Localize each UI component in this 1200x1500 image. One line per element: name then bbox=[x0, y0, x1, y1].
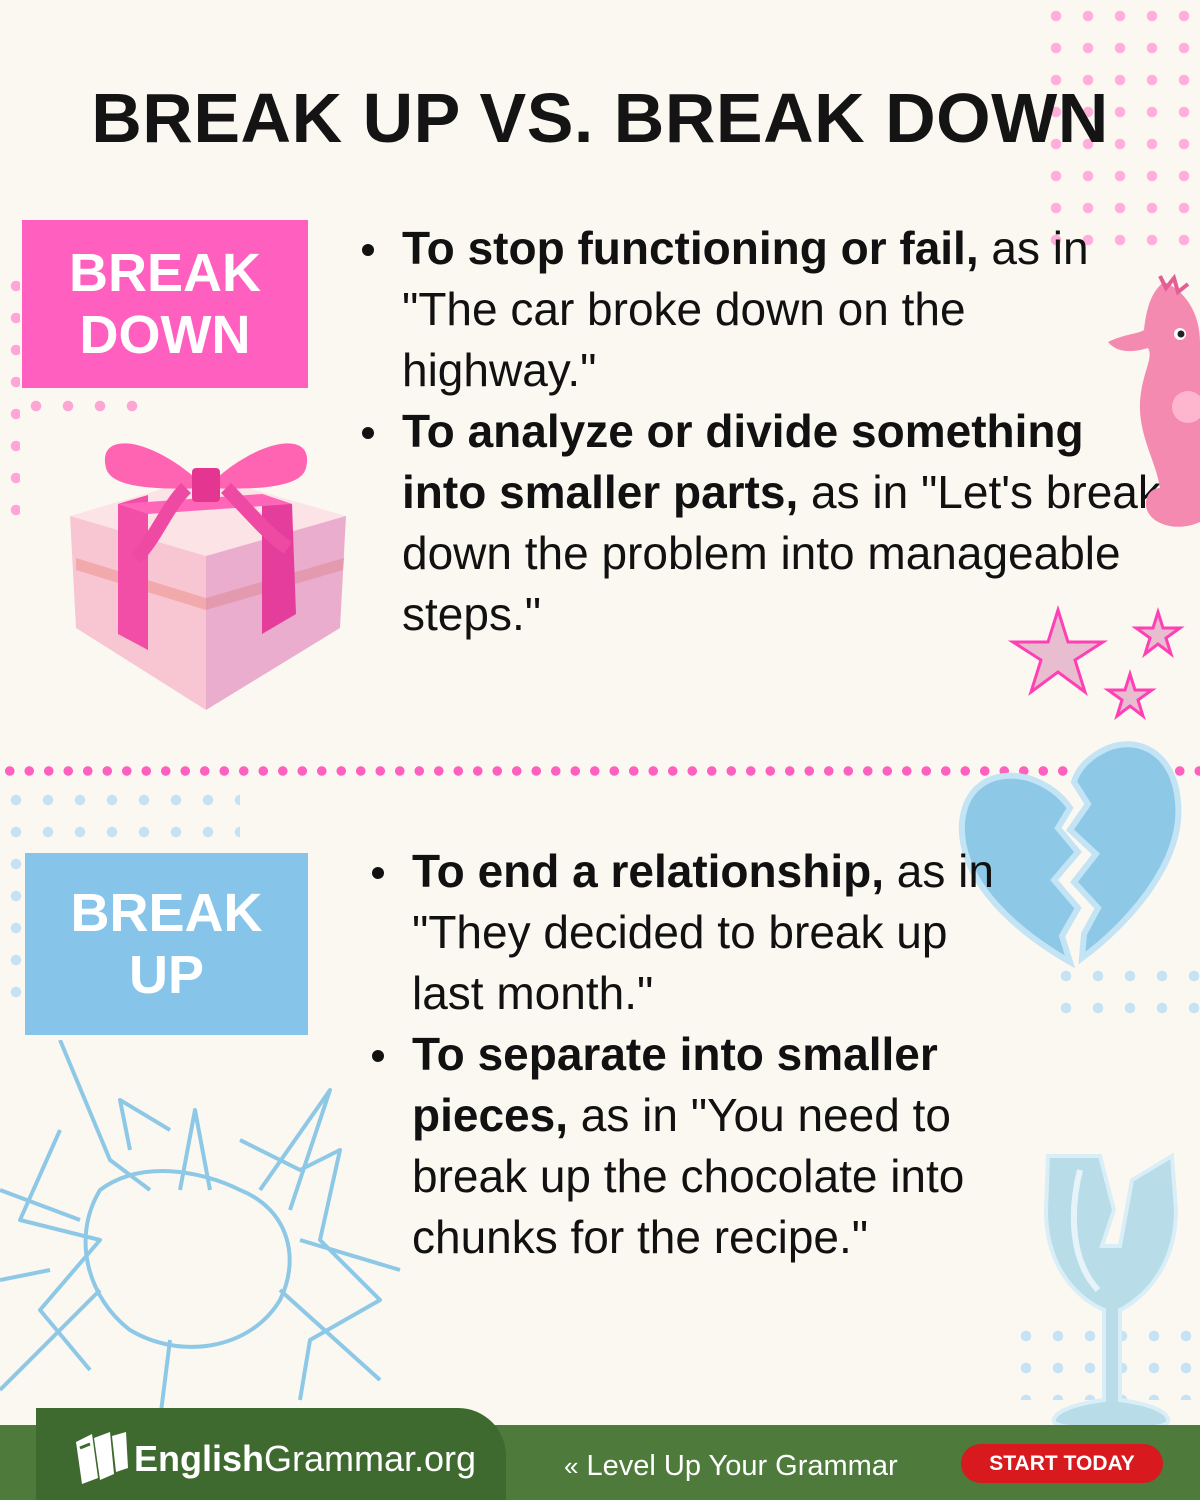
seahorse-icon bbox=[1108, 273, 1200, 527]
break-down-label-line1: BREAK bbox=[68, 243, 261, 303]
break-up-definitions: To end a relationship, as in "They decid… bbox=[372, 841, 1012, 1268]
definition-term: To end a relationship, bbox=[412, 845, 884, 897]
definition-term: To stop functioning or fail, bbox=[402, 222, 979, 274]
break-down-label-line2: DOWN bbox=[79, 305, 251, 365]
break-up-label: BREAK UP bbox=[25, 853, 308, 1035]
chevrons-left-icon: « bbox=[564, 1451, 579, 1481]
logo-text-bold: English bbox=[134, 1438, 265, 1479]
definition-item: To end a relationship, as in "They decid… bbox=[372, 841, 1012, 1024]
dot-pattern-under-box bbox=[20, 390, 140, 430]
stars-icon bbox=[1008, 604, 1185, 721]
tagline: « Level Up Your Grammar bbox=[564, 1450, 898, 1483]
page-title: BREAK UP VS. BREAK DOWN bbox=[91, 79, 1109, 157]
broken-wine-glass-icon bbox=[1043, 1152, 1179, 1432]
cracked-glass-icon bbox=[0, 1040, 401, 1420]
book-logo-icon bbox=[76, 1432, 128, 1484]
tagline-text: Level Up Your Grammar bbox=[586, 1450, 898, 1482]
break-down-definitions: To stop functioning or fail, as in "The … bbox=[362, 218, 1162, 645]
definition-item: To stop functioning or fail, as in "The … bbox=[362, 218, 1162, 401]
dot-pattern-left bbox=[0, 270, 20, 530]
start-today-button[interactable]: START TODAY bbox=[961, 1444, 1163, 1483]
break-down-label: BREAK DOWN bbox=[22, 220, 308, 388]
logo-text-light: Grammar.org bbox=[264, 1438, 477, 1479]
break-up-label-line2: UP bbox=[128, 945, 204, 1005]
break-up-label-line1: BREAK bbox=[70, 883, 263, 943]
definition-item: To separate into smaller pieces, as in "… bbox=[372, 1024, 1012, 1268]
gift-icon bbox=[70, 443, 346, 710]
logo-text[interactable]: EnglishGrammar.org bbox=[134, 1438, 476, 1480]
